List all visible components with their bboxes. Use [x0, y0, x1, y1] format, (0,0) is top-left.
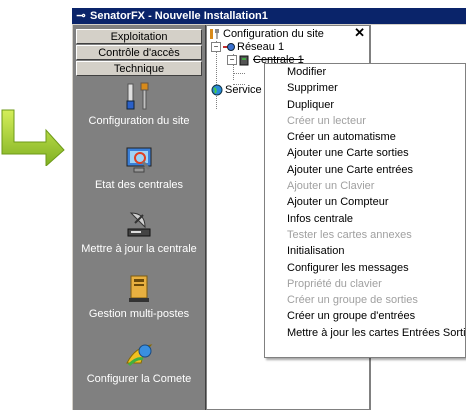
menu-item-infos-centrale[interactable]: Infos centrale — [265, 211, 465, 227]
tree-root[interactable]: Configuration du site — [209, 28, 324, 41]
comet-icon — [126, 344, 153, 367]
menu-item-initialisation[interactable]: Initialisation — [265, 243, 465, 259]
menu-item-tester-cartes: Tester les cartes annexes — [287, 228, 412, 241]
sidebar-item-label: Mettre à jour la centrale — [81, 243, 197, 255]
nav-exploitation-button[interactable]: Exploitation — [76, 29, 202, 44]
monitor-magnifier-icon — [126, 147, 152, 173]
sidebar-item-configuration-site[interactable]: Configuration du site — [73, 81, 205, 127]
tree-item-service[interactable]: Service v — [211, 84, 270, 97]
app-icon: ⊸ — [76, 10, 86, 22]
nav-controle-acces-button[interactable]: Contrôle d'accès — [76, 45, 202, 60]
tools-icon — [126, 82, 149, 110]
sidebar-item-label: Configurer la Comete — [86, 373, 192, 385]
close-panel-button[interactable]: ✕ — [354, 25, 365, 41]
sidebar-item-label: Configuration du site — [88, 115, 190, 127]
menu-item-dupliquer[interactable]: Dupliquer — [265, 97, 465, 113]
sidebar-item-configurer-comete[interactable]: Configurer la Comete — [73, 339, 205, 385]
context-menu: Modifier Supprimer Dupliquer Créer un le… — [264, 63, 466, 358]
nav-technique-button[interactable]: Technique — [76, 61, 202, 76]
sidebar-item-gestion-multi-postes[interactable]: Gestion multi-postes — [73, 274, 205, 320]
menu-item-ajouter-carte-sorties[interactable]: Ajouter une Carte sorties — [265, 145, 465, 161]
menu-item-ajouter-compteur[interactable]: Ajouter un Compteur — [265, 194, 465, 210]
menu-item-modifier[interactable]: Modifier — [265, 64, 465, 80]
sidebar-item-etat-centrales[interactable]: Etat des centrales — [73, 145, 205, 191]
menu-item-creer-automatisme[interactable]: Créer un automatisme — [265, 129, 465, 145]
menu-item-supprimer[interactable]: Supprimer — [265, 80, 465, 96]
sidebar-item-mettre-a-jour[interactable]: Mettre à jour la centrale — [73, 209, 205, 255]
menu-item-ajouter-clavier: Ajouter un Clavier — [287, 180, 375, 193]
sidebar: Exploitation Contrôle d'accès Technique … — [73, 25, 206, 410]
menu-item-groupe-entrees[interactable]: Créer un groupe d'entrées — [265, 308, 465, 324]
menu-item-creer-lecteur: Créer un lecteur — [287, 114, 366, 127]
green-arrow-icon — [1, 109, 65, 166]
sidebar-item-label: Gestion multi-postes — [88, 308, 190, 320]
sidebar-item-label: Etat des centrales — [94, 179, 184, 191]
globe-icon — [211, 84, 223, 96]
menu-item-ajouter-carte-entrees[interactable]: Ajouter une Carte entrées — [265, 162, 465, 178]
menu-item-configurer-messages[interactable]: Configurer les messages — [265, 260, 465, 276]
centrale-icon — [239, 55, 249, 66]
satellite-dish-icon — [127, 212, 151, 237]
tree-item-reseau[interactable]: − Réseau 1 — [211, 41, 284, 54]
window-title: SenatorFX - Nouvelle Installation1 — [90, 10, 268, 22]
collapse-icon[interactable]: − — [227, 55, 237, 66]
menu-item-groupe-sorties: Créer un groupe de sorties — [287, 294, 418, 307]
config-tools-icon — [210, 29, 219, 40]
title-bar: ⊸ SenatorFX - Nouvelle Installation1 — [72, 8, 466, 24]
collapse-icon[interactable]: − — [211, 42, 221, 53]
menu-item-propriete-clavier: Propriété du clavier — [287, 277, 382, 290]
menu-item-maj-cartes[interactable]: Mettre à jour les cartes Entrées Sorties — [265, 325, 466, 341]
network-icon — [223, 43, 235, 52]
server-computer-icon — [129, 275, 149, 302]
